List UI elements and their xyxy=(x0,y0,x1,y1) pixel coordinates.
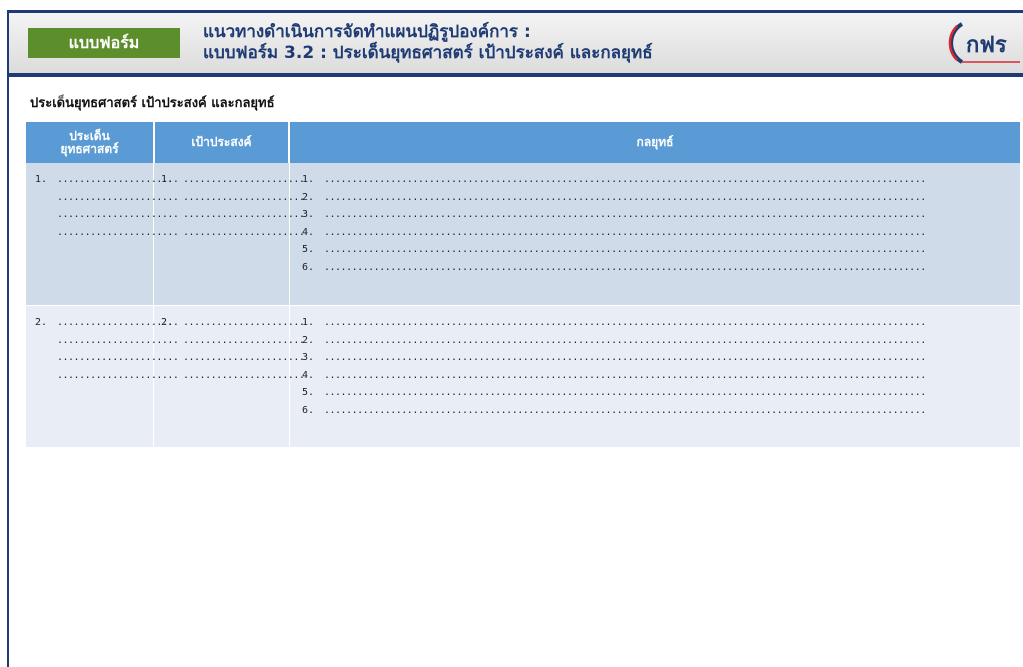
form-badge: แบบฟอร์ม xyxy=(28,28,180,58)
strategy-number: 4. xyxy=(302,369,315,381)
strategy-placeholder: ........................................… xyxy=(324,191,926,203)
page-title: แนวทางดำเนินการจัดทำแผนปฏิรูปองค์การ : แ… xyxy=(203,22,653,64)
issue-cell: 2....................... ...............… xyxy=(35,314,179,384)
strategy-number: 1. xyxy=(302,174,315,185)
strategy-placeholder: ........................................… xyxy=(324,174,926,185)
strategy-number: 3. xyxy=(302,352,315,363)
strategy-placeholder: ........................................… xyxy=(324,226,926,238)
strategy-cell: 1.......................................… xyxy=(302,314,926,419)
strategy-number: 1. xyxy=(302,317,315,328)
goal-placeholder: ...................... xyxy=(183,226,305,238)
goal-number: 1. xyxy=(161,174,174,185)
strategy-placeholder: ........................................… xyxy=(324,352,926,363)
goal-number: 2. xyxy=(161,317,174,328)
strategy-placeholder: ........................................… xyxy=(324,261,926,273)
goal-placeholder: ...................... xyxy=(183,209,305,220)
strategy-number: 2. xyxy=(302,191,315,203)
strategy-number: 5. xyxy=(302,387,315,398)
strategy-placeholder: ........................................… xyxy=(324,369,926,381)
strategy-number: 2. xyxy=(302,334,315,346)
table-row: 2....................... ...............… xyxy=(26,306,1020,447)
issue-number: 1. xyxy=(35,174,48,185)
goal-placeholder: ...................... xyxy=(183,191,305,203)
strategy-placeholder: ........................................… xyxy=(324,387,926,398)
header-divider xyxy=(9,73,1023,77)
goal-cell: 2....................... ...............… xyxy=(161,314,305,384)
issue-number: 2. xyxy=(35,317,48,328)
goal-placeholder: ...................... xyxy=(183,174,305,185)
header-issue-line-2: ยุทธศาสตร์ xyxy=(60,141,119,156)
page-title-line-2: แบบฟอร์ม 3.2 : ประเด็นยุทธศาสตร์ เป้าประ… xyxy=(203,43,653,63)
section-title: ประเด็นยุทธศาสตร์ เป้าประสงค์ และกลยุทธ์ xyxy=(30,96,275,111)
header-strategy: กลยุทธ์ xyxy=(636,135,674,149)
strategy-cell: 1.......................................… xyxy=(302,171,926,276)
strategy-placeholder: ........................................… xyxy=(324,209,926,220)
strategy-number: 6. xyxy=(302,404,315,416)
table-header: ประเด็น ยุทธศาสตร์ เป้าประสงค์ กลยุทธ์ xyxy=(26,122,1020,163)
goal-placeholder: ...................... xyxy=(183,369,305,381)
goal-cell: 1....................... ...............… xyxy=(161,171,305,241)
logo-arc-icon: กฟร xyxy=(948,22,1020,64)
strategy-placeholder: ........................................… xyxy=(324,334,926,346)
table-row: 1....................... ...............… xyxy=(26,163,1020,305)
left-border-line xyxy=(7,10,9,667)
header-issue-line-1: ประเด็น xyxy=(69,128,110,143)
strategy-placeholder: ........................................… xyxy=(324,404,926,416)
goal-placeholder: ...................... xyxy=(183,334,305,346)
goal-placeholder: ...................... xyxy=(183,352,305,363)
strategy-placeholder: ........................................… xyxy=(324,317,926,328)
strategy-number: 6. xyxy=(302,261,315,273)
strategy-number: 3. xyxy=(302,209,315,220)
strategy-number: 4. xyxy=(302,226,315,238)
header-issue: ประเด็น ยุทธศาสตร์ xyxy=(26,122,153,163)
strategy-placeholder: ........................................… xyxy=(324,244,926,255)
goal-placeholder: ...................... xyxy=(183,317,305,328)
page-title-line-1: แนวทางดำเนินการจัดทำแผนปฏิรูปองค์การ : xyxy=(203,22,531,42)
strategy-number: 5. xyxy=(302,244,315,255)
organization-logo: กฟร xyxy=(944,18,1023,68)
issue-cell: 1....................... ...............… xyxy=(35,171,179,241)
header-goal: เป้าประสงค์ xyxy=(191,135,252,149)
logo-text: กฟร xyxy=(966,33,1007,58)
